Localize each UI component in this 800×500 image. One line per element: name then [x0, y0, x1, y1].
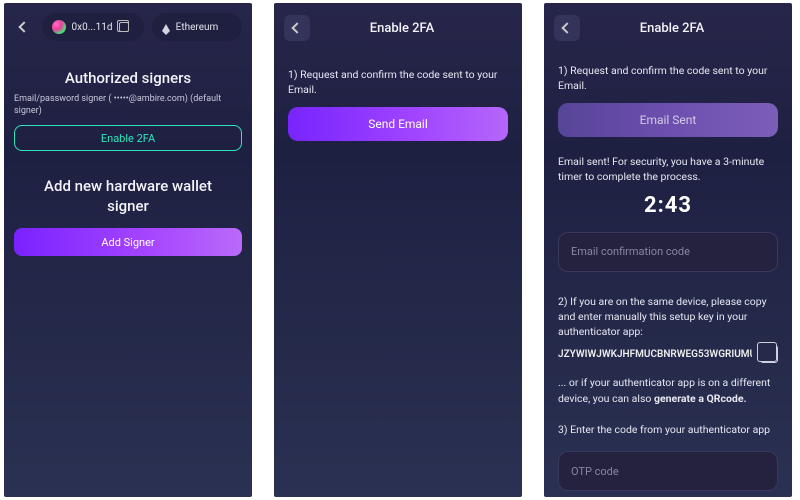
address-short: 0x0...11d: [72, 22, 113, 33]
add-signer-button[interactable]: Add Signer: [14, 228, 242, 256]
chevron-left-icon: [563, 24, 571, 32]
email-code-input[interactable]: Email confirmation code: [558, 232, 778, 272]
chevron-left-icon: [293, 24, 301, 32]
setup-key-value: JZYWIWJWKJHFMUCBNRWEG53WGRIUMUJ2: [558, 349, 752, 360]
enable-2fa-step1-screen: Enable 2FA 1) Request and confirm the co…: [274, 3, 522, 497]
authorized-signers-heading: Authorized signers: [4, 69, 252, 87]
timer-message: Email sent! For security, you have a 3-m…: [544, 155, 792, 184]
page-title: Enable 2FA: [588, 21, 756, 36]
timer-value: 2:43: [544, 193, 792, 218]
back-button[interactable]: [284, 15, 310, 41]
setup-key-row: JZYWIWJWKJHFMUCBNRWEG53WGRIUMUJ2: [544, 339, 792, 363]
chevron-left-icon: [20, 23, 28, 31]
send-email-button[interactable]: Send Email: [288, 107, 508, 141]
page-title: Enable 2FA: [318, 21, 486, 36]
back-button[interactable]: [554, 15, 580, 41]
network-pill[interactable]: Ethereum: [152, 13, 242, 41]
step3-text: 3) Enter the code from your authenticato…: [544, 422, 792, 437]
account-pill[interactable]: 0x0...11d: [42, 13, 144, 41]
generate-qr-link[interactable]: generate a QRcode.: [654, 392, 747, 405]
signer-description: Email/password signer ( •••••@ambire.com…: [4, 93, 252, 117]
add-hardware-heading: Add new hardware wallet signer: [4, 177, 252, 216]
top-bar: Enable 2FA: [544, 3, 792, 49]
network-label: Ethereum: [176, 22, 219, 33]
copy-icon[interactable]: [119, 22, 129, 32]
signers-screen: 0x0...11d Ethereum Authorized signers Em…: [4, 3, 252, 497]
ethereum-icon: [162, 24, 170, 31]
step2-text: 2) If you are on the same device, please…: [544, 294, 792, 340]
step1-text: 1) Request and confirm the code sent to …: [544, 63, 792, 93]
email-sent-button[interactable]: Email Sent: [558, 103, 778, 137]
otp-input[interactable]: OTP code: [558, 451, 778, 491]
enable-2fa-confirm-screen: Enable 2FA 1) Request and confirm the co…: [544, 3, 792, 497]
step1-text: 1) Request and confirm the code sent to …: [274, 67, 522, 97]
top-bar: Enable 2FA: [274, 3, 522, 49]
qr-line: ... or if your authenticator app is on a…: [544, 375, 792, 405]
enable-2fa-button[interactable]: Enable 2FA: [14, 125, 242, 151]
back-button[interactable]: [14, 17, 34, 37]
top-bar: 0x0...11d Ethereum: [4, 3, 252, 47]
avatar-icon: [52, 20, 66, 34]
copy-key-button[interactable]: [760, 345, 778, 363]
